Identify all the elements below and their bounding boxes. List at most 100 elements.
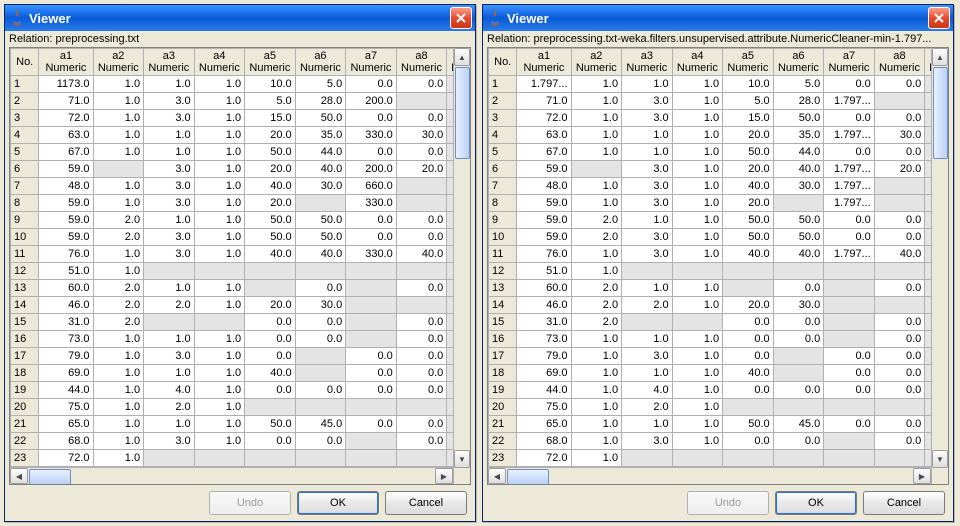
table-row[interactable]: 1944.01.04.01.00.00.00.00.0 <box>11 382 470 399</box>
cell[interactable]: 0.0 <box>824 416 875 433</box>
table-row[interactable]: 959.02.01.01.050.050.00.00.0 <box>489 212 948 229</box>
cell[interactable]: 69.0 <box>517 365 571 382</box>
table-row[interactable]: 1673.01.01.01.00.00.00.0 <box>489 331 948 348</box>
cell[interactable]: 0.0 <box>874 331 925 348</box>
cell[interactable]: 59.0 <box>39 161 93 178</box>
cell[interactable]: 1.0 <box>672 416 723 433</box>
cell[interactable]: 20.0 <box>245 195 296 212</box>
table-row[interactable]: 463.01.01.01.020.035.0330.030.0 <box>11 127 470 144</box>
cell[interactable]: 1.0 <box>93 450 144 467</box>
cell[interactable]: 0.0 <box>824 76 875 93</box>
cell[interactable]: 1.0 <box>571 127 622 144</box>
cell[interactable]: 1.0 <box>144 212 195 229</box>
col-header-a8[interactable]: a8Numeric <box>396 49 447 76</box>
cell[interactable]: 1.0 <box>93 365 144 382</box>
col-header-no[interactable]: No. <box>11 49 39 76</box>
cell[interactable]: 0.0 <box>824 144 875 161</box>
table-row[interactable]: 2372.01.0 <box>11 450 470 467</box>
cell[interactable]: 40.0 <box>245 365 296 382</box>
table-row[interactable]: 1869.01.01.01.040.00.00.0 <box>489 365 948 382</box>
cell[interactable]: 3.0 <box>144 178 195 195</box>
cell[interactable]: 48.0 <box>517 178 571 195</box>
cell[interactable]: 15.0 <box>245 110 296 127</box>
cell[interactable]: 40.0 <box>773 246 824 263</box>
cell[interactable]: 31.0 <box>39 314 93 331</box>
cell[interactable]: 50.0 <box>245 144 296 161</box>
cell[interactable]: 68.0 <box>39 433 93 450</box>
cell[interactable]: 1.0 <box>194 399 245 416</box>
cell[interactable] <box>723 399 774 416</box>
cell[interactable]: 0.0 <box>396 314 447 331</box>
cell[interactable] <box>672 450 723 467</box>
cell[interactable]: 0.0 <box>396 212 447 229</box>
cell[interactable] <box>245 399 296 416</box>
cell[interactable] <box>295 263 346 280</box>
cell[interactable]: 67.0 <box>39 144 93 161</box>
cell[interactable]: 0.0 <box>346 348 397 365</box>
cell[interactable]: 48.0 <box>39 178 93 195</box>
cell[interactable]: 1.0 <box>571 93 622 110</box>
cell[interactable]: 44.0 <box>39 382 93 399</box>
cell[interactable]: 0.0 <box>396 365 447 382</box>
cell[interactable] <box>245 280 296 297</box>
cell[interactable]: 44.0 <box>295 144 346 161</box>
cell[interactable]: 0.0 <box>874 76 925 93</box>
cell[interactable] <box>723 280 774 297</box>
cell[interactable]: 51.0 <box>39 263 93 280</box>
cell[interactable]: 1.797... <box>824 178 875 195</box>
cell[interactable]: 0.0 <box>874 348 925 365</box>
cell[interactable]: 2.0 <box>93 297 144 314</box>
cell[interactable]: 0.0 <box>874 365 925 382</box>
cell[interactable]: 44.0 <box>517 382 571 399</box>
cell[interactable]: 0.0 <box>396 280 447 297</box>
cell[interactable] <box>396 263 447 280</box>
cell[interactable]: 50.0 <box>723 229 774 246</box>
cell[interactable]: 0.0 <box>723 331 774 348</box>
cell[interactable]: 330.0 <box>346 195 397 212</box>
cell[interactable]: 1.0 <box>194 93 245 110</box>
table-row[interactable]: 567.01.01.01.050.044.00.00.0 <box>11 144 470 161</box>
col-header-a5[interactable]: a5Numeric <box>723 49 774 76</box>
cell[interactable] <box>773 365 824 382</box>
cell[interactable] <box>622 314 673 331</box>
cell[interactable]: 1.0 <box>93 110 144 127</box>
cell[interactable]: 35.0 <box>295 127 346 144</box>
cell[interactable]: 1.0 <box>672 178 723 195</box>
cell[interactable]: 330.0 <box>346 127 397 144</box>
cell[interactable]: 1.0 <box>93 348 144 365</box>
cell[interactable]: 3.0 <box>144 110 195 127</box>
cell[interactable]: 1.0 <box>672 76 723 93</box>
scroll-up-button[interactable]: ▲ <box>454 48 470 66</box>
cell[interactable] <box>295 195 346 212</box>
cell[interactable]: 2.0 <box>571 280 622 297</box>
cell[interactable]: 20.0 <box>723 161 774 178</box>
cell[interactable]: 40.0 <box>723 178 774 195</box>
cell[interactable]: 40.0 <box>723 246 774 263</box>
cell[interactable]: 1.0 <box>93 93 144 110</box>
cell[interactable]: 3.0 <box>622 161 673 178</box>
table-row[interactable]: 1176.01.03.01.040.040.0330.040.0 <box>11 246 470 263</box>
cell[interactable]: 72.0 <box>517 450 571 467</box>
cell[interactable]: 50.0 <box>245 229 296 246</box>
cell[interactable] <box>144 314 195 331</box>
cell[interactable]: 1.0 <box>571 178 622 195</box>
cell[interactable] <box>824 399 875 416</box>
cell[interactable]: 0.0 <box>245 314 296 331</box>
cell[interactable]: 2.0 <box>93 229 144 246</box>
cell[interactable]: 3.0 <box>144 348 195 365</box>
cell[interactable] <box>396 450 447 467</box>
cell[interactable]: 60.0 <box>517 280 571 297</box>
table-row[interactable]: 1251.01.0 <box>489 263 948 280</box>
data-table[interactable]: No.a1Numerica2Numerica3Numerica4Numerica… <box>10 48 470 467</box>
cell[interactable]: 1.0 <box>622 127 673 144</box>
cell[interactable] <box>346 314 397 331</box>
cell[interactable]: 2.0 <box>93 212 144 229</box>
cell[interactable]: 1.797... <box>517 76 571 93</box>
cell[interactable]: 71.0 <box>517 93 571 110</box>
cell[interactable]: 50.0 <box>723 416 774 433</box>
cell[interactable]: 0.0 <box>824 110 875 127</box>
cell[interactable] <box>346 280 397 297</box>
cell[interactable]: 1.0 <box>622 416 673 433</box>
cell[interactable]: 20.0 <box>874 161 925 178</box>
cell[interactable]: 50.0 <box>773 229 824 246</box>
